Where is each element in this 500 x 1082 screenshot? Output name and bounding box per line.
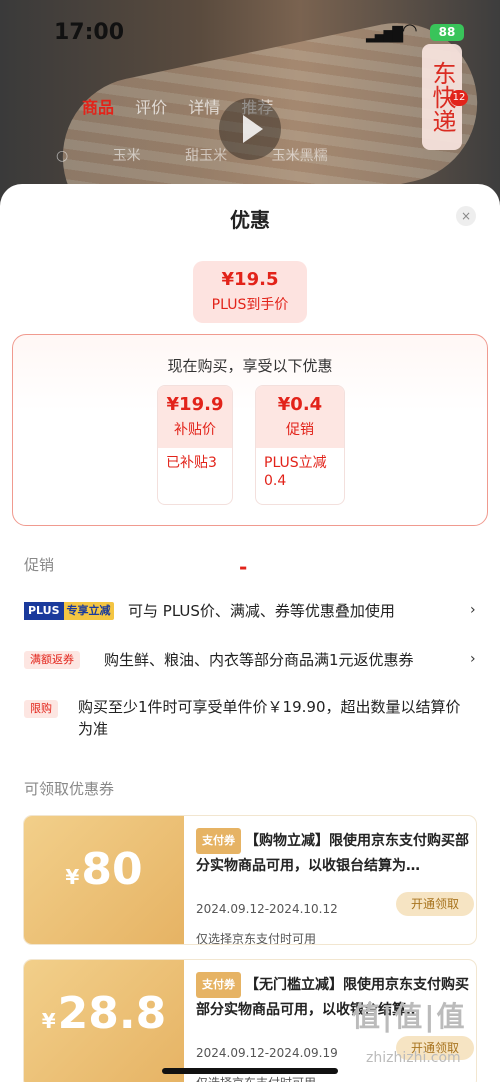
- suggestion-item[interactable]: 玉米黑糯: [272, 148, 328, 164]
- chevron-right-icon[interactable]: ›: [470, 602, 476, 618]
- coupon-card: ¥80 支付券 【购物立减】限使用京东支付购买部分实物商品可用，以收银台结算为… …: [24, 816, 476, 944]
- promotion-value: ¥0.4: [277, 394, 323, 415]
- promotions-section-label: 促销: [24, 556, 55, 574]
- promotion-card: ¥0.4 促销 PLUS立减0.4: [255, 385, 345, 505]
- battery-icon: 88: [430, 24, 464, 41]
- subsidy-price-value: ¥19.9: [166, 394, 224, 415]
- payment-coupon-tag: 支付券: [196, 828, 241, 854]
- tab-details[interactable]: 详情: [188, 98, 220, 117]
- subsidy-price-name: 补贴价: [174, 422, 216, 438]
- promotion-row-plus[interactable]: 可与 PLUS价、满减、券等优惠叠加使用: [128, 600, 395, 621]
- plus-final-price: ¥19.5 PLUS到手价: [193, 261, 307, 323]
- tab-reviews[interactable]: 评价: [135, 98, 167, 117]
- tab-product[interactable]: 商品: [82, 98, 114, 117]
- chevron-right-icon[interactable]: ›: [470, 651, 476, 667]
- search-icon[interactable]: ○: [56, 148, 68, 164]
- subsidy-detail: 已补贴3: [166, 455, 217, 471]
- price-breakdown-box: 现在购买，享受以下优惠 ¥19.9 补贴价 已补贴3 - ¥0.4 促销 PLU…: [12, 334, 488, 579]
- subsidy-price-card: ¥19.9 补贴价 已补贴3: [157, 385, 233, 505]
- final-price-label: PLUS到手价: [211, 297, 289, 313]
- promotion-name: 促销: [286, 422, 314, 438]
- promotion-detail: PLUS立减0.4: [264, 455, 327, 489]
- coupon-amount: 80: [81, 844, 143, 895]
- coupon-validity: 2024.09.12-2024.09.19: [196, 1046, 338, 1060]
- watermark-url: zhizhizhi.com: [366, 1050, 461, 1066]
- signal-icon: ▂▄▆█: [366, 27, 403, 43]
- status-bar: 17:00 ▂▄▆█ ◠ 88: [0, 0, 500, 60]
- watermark-logo: 值|值|值: [352, 1000, 467, 1033]
- coupon-amount-panel: ¥80: [24, 816, 184, 944]
- suggestion-item[interactable]: 玉米: [113, 148, 141, 164]
- plus-exclusive-tag: PLUS 专享立减: [24, 602, 114, 620]
- coupon-note: 仅选择京东支付时可用: [196, 1074, 316, 1082]
- minus-operator: -: [239, 555, 248, 579]
- close-icon[interactable]: ×: [456, 206, 476, 226]
- coupon-amount-panel: ¥28.8: [24, 960, 184, 1082]
- status-time: 17:00: [54, 20, 125, 45]
- final-price-amount: ¥19.5: [221, 269, 279, 290]
- coupon-amount: 28.8: [57, 988, 167, 1039]
- promotion-row-cashback[interactable]: 购生鲜、粮油、内衣等部分商品满1元返优惠券: [104, 649, 414, 670]
- coupon-note: 仅选择京东支付时可用: [196, 932, 317, 944]
- breakdown-heading: 现在购买，享受以下优惠: [167, 357, 333, 375]
- wifi-icon: ◠: [402, 20, 418, 41]
- home-indicator[interactable]: [162, 1068, 338, 1074]
- coupon-validity: 2024.09.12-2024.10.12: [196, 902, 338, 916]
- plus-label: PLUS: [24, 602, 64, 620]
- coupon-currency: ¥: [41, 1009, 56, 1033]
- coupon-currency: ¥: [65, 865, 80, 889]
- promotion-row-limit: 购买至少1件时可享受单件价￥19.90，超出数量以结算价为准: [78, 698, 461, 738]
- suggestion-item[interactable]: 甜玉米: [185, 148, 227, 164]
- coupons-section-label: 可领取优惠券: [24, 780, 115, 798]
- sheet-title: 优惠: [230, 208, 270, 232]
- activate-claim-button[interactable]: 开通领取: [396, 892, 474, 916]
- payment-coupon-tag: 支付券: [196, 972, 241, 998]
- purchase-limit-tag: 限购: [24, 700, 58, 718]
- exclusive-label: 专享立减: [66, 604, 111, 617]
- discount-sheet: 优惠 × ¥19.5 PLUS到手价 现在购买，享受以下优惠 ¥19.9 补贴价…: [0, 184, 500, 1082]
- cashback-coupon-tag: 满额返券: [24, 651, 80, 669]
- express-count-badge: 12: [450, 90, 468, 106]
